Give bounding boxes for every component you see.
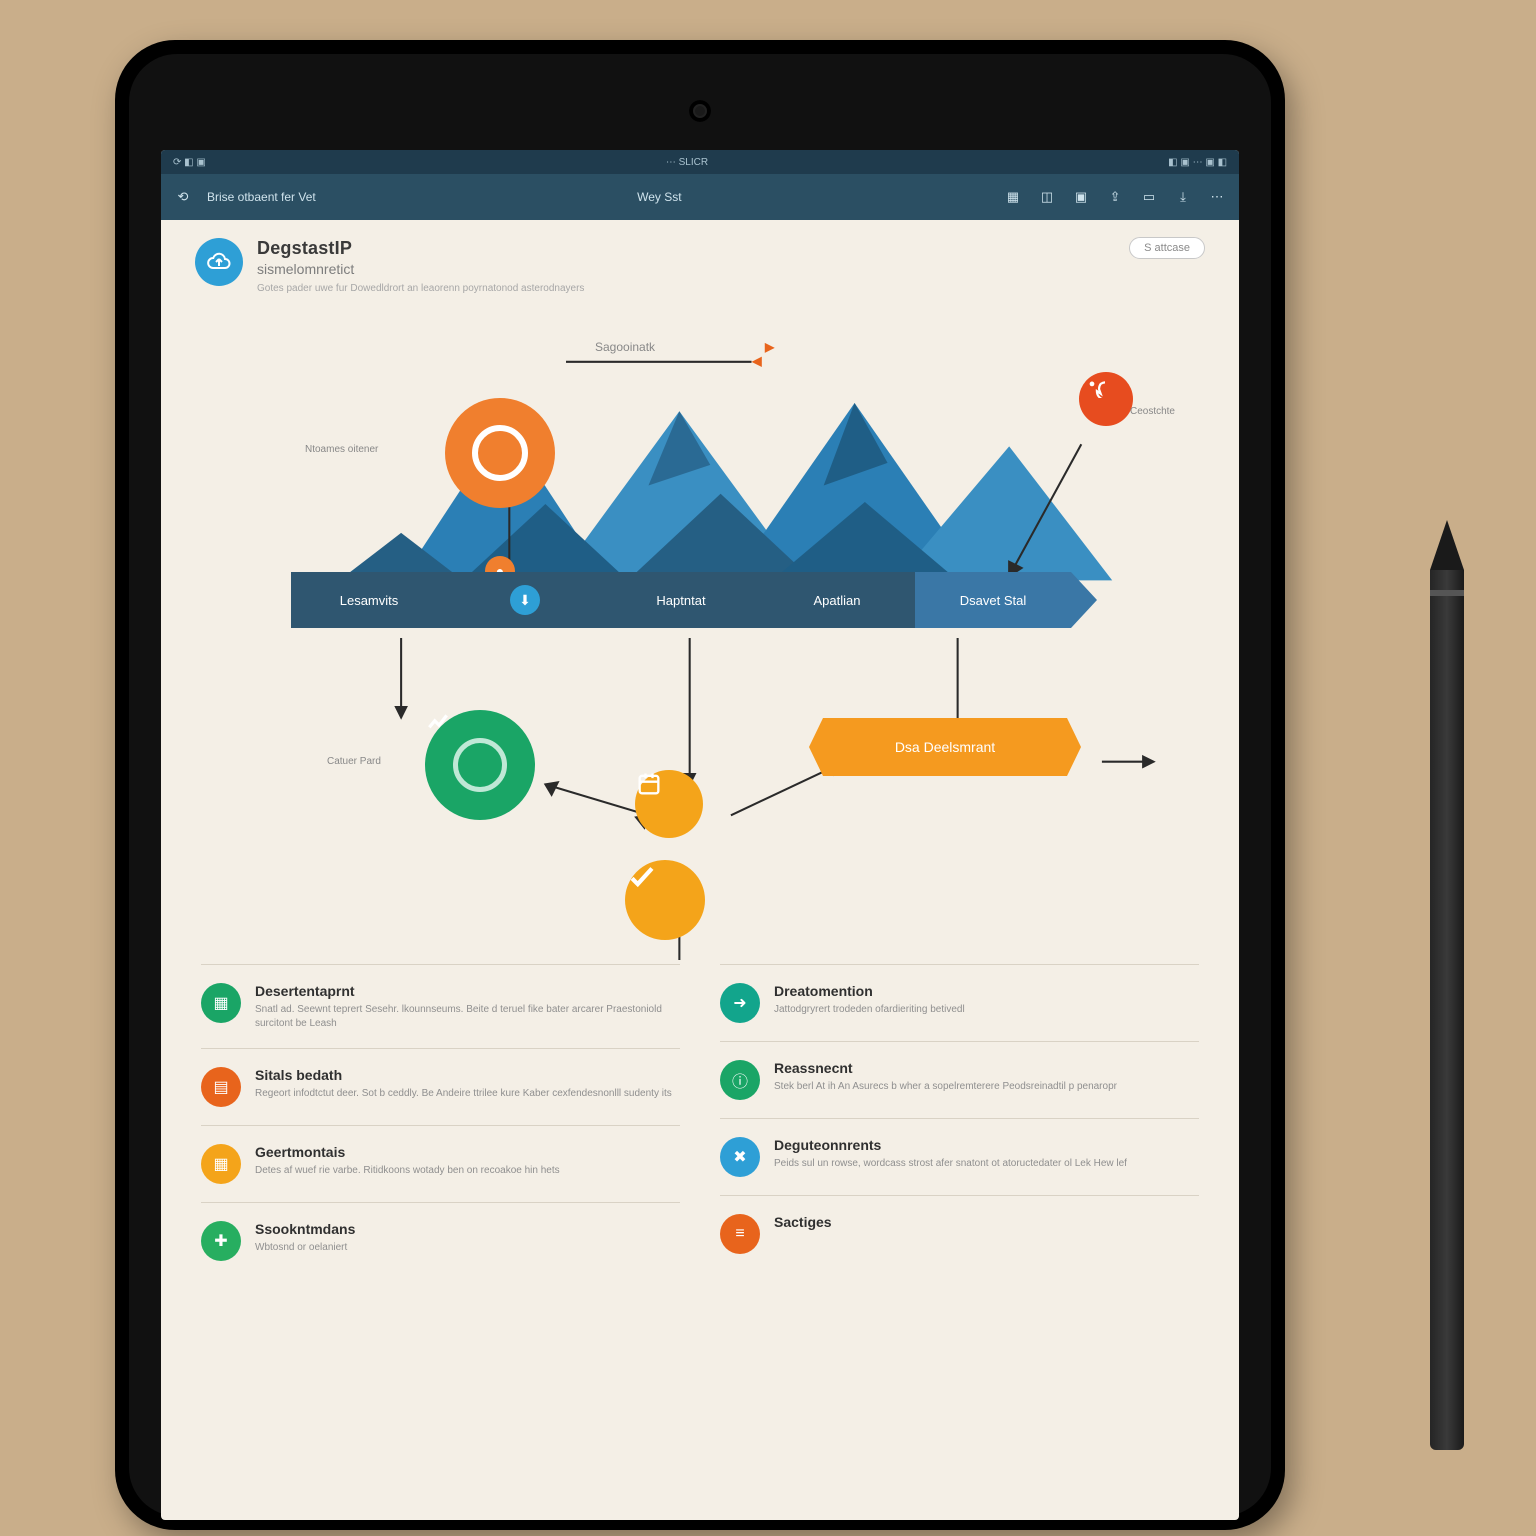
feature-icon: ▦ [201,1144,241,1184]
feature-icon: ≡ [720,1214,760,1254]
status-right: ◧ ▣ ⋯ ▣ ◧ [1168,157,1227,168]
feature-desc: Peids sul un rowse, wordcass strost afer… [774,1157,1127,1171]
refresh-icon[interactable]: ◫ [1037,187,1057,207]
feature-icon: ⓘ [720,1060,760,1100]
download-icon: ⬇ [510,585,540,615]
stage-1[interactable]: Lesamvits [291,572,447,628]
stage-5[interactable]: Dsavet Stal [915,572,1071,628]
feature-desc: Jattodgryrert trodeden ofardieriting bet… [774,1003,965,1017]
node-block-label: Dsa Deelsmrant [895,739,995,755]
feature-title: Desertentaprnt [255,983,680,999]
feature-desc: Snatl ad. Seewnt teprert Sesehr. lkounns… [255,1003,680,1030]
status-bar: ⟳ ◧ ▣ ⋯ SLICR ◧ ▣ ⋯ ▣ ◧ [161,150,1239,174]
feature-title: Geertmontais [255,1144,560,1160]
camera-icon [689,100,711,122]
feature-icon: ▤ [201,1067,241,1107]
speech-icon[interactable] [1079,372,1133,426]
feature-item-left-1[interactable]: ▤ Sitals bedath Regeort infodtctut deer. S… [201,1048,680,1125]
bookmark-icon[interactable]: ▭ [1139,187,1159,207]
feature-icon: ➜ [720,983,760,1023]
status-left: ⟳ ◧ ▣ [173,157,206,168]
stage-bar: Lesamvits ⬇ Haptntat Apatlian Dsavet Sta… [291,572,1071,628]
diagram-left-label: Ntoames oitener [305,444,378,455]
feature-title: Sitals bedath [255,1067,672,1083]
feature-title: Ssookntmdans [255,1221,355,1237]
node-confirm[interactable] [625,860,705,940]
feature-item-right-2[interactable]: ✖ Deguteonnrents Peids sul un rowse, wordc… [720,1118,1199,1195]
toolbar-title: Brise otbaent fer Vet [207,190,316,204]
check-trend-icon [453,738,507,792]
feature-icon: ▦ [201,983,241,1023]
feature-item-right-0[interactable]: ➜ Dreatomention Jattodgryrert trodeden ofa… [720,964,1199,1041]
flow-diagram: Sagooinatk ▶ Ntoames oitener Ceostchte C… [195,300,1205,940]
app-toolbar: ⟲ Brise otbaent fer Vet Wey Sst ▦ ◫ ▣ ⇪ … [161,174,1239,220]
diagram-top-label: Sagooinatk [595,340,655,354]
feature-title: Dreatomention [774,983,965,999]
status-center: ⋯ SLICR [666,157,708,168]
tablet-frame: ⟳ ◧ ▣ ⋯ SLICR ◧ ▣ ⋯ ▣ ◧ ⟲ Brise otbaent … [115,40,1285,1530]
feature-columns: ▦ Desertentaprnt Snatl ad. Seewnt teprert … [201,964,1199,1279]
page-subtitle: sismelomnretict [257,261,584,277]
grid-icon[interactable]: ▦ [1003,187,1023,207]
feature-icon: ✖ [720,1137,760,1177]
node-check-circle[interactable] [425,710,535,820]
toolbar-center: Wey Sst [637,190,681,204]
feature-title: Reassnecnt [774,1060,1117,1076]
feature-desc: Detes af wuef rie varbe. Ritidkoons wota… [255,1164,560,1178]
check-icon [625,860,659,894]
cloud-upload-icon [195,238,243,286]
page-title: DegstastIP [257,238,584,259]
more-icon[interactable]: ⋯ [1207,187,1227,207]
node-block[interactable]: Dsa Deelsmrant [823,718,1067,776]
node-calendar[interactable] [635,770,703,838]
layers-icon[interactable]: ▣ [1071,187,1091,207]
feature-item-left-3[interactable]: ✚ Ssookntmdans Wbtosnd or oelaniert [201,1202,680,1279]
stage-4[interactable]: Apatlian [759,572,915,628]
back-icon[interactable]: ⟲ [173,187,193,207]
feature-item-right-3[interactable]: ≡ Sactiges [720,1195,1199,1272]
stylus-prop [1430,520,1464,1500]
stage-4-label: Apatlian [814,593,861,608]
page-header: DegstastIP sismelomnretict Gotes pader u… [195,238,1205,294]
ring-icon [472,425,528,481]
stage-3-label: Haptntat [656,593,705,608]
header-button[interactable]: S attcase [1129,237,1205,259]
feature-desc: Stek berl At ih An Asurecs b wher a sope… [774,1080,1117,1094]
feature-title: Sactiges [774,1214,832,1230]
stage-1-label: Lesamvits [340,593,399,608]
calendar-icon [635,770,663,798]
feature-desc: Regeort infodtctut deer. Sot b ceddly. B… [255,1087,672,1101]
diagram-right-label: Ceostchte [1130,406,1175,417]
feature-item-right-1[interactable]: ⓘ Reassnecnt Stek berl At ih An Asurecs b … [720,1041,1199,1118]
feature-item-left-0[interactable]: ▦ Desertentaprnt Snatl ad. Seewnt teprert … [201,964,680,1048]
stage-3[interactable]: Haptntat [603,572,759,628]
feature-title: Deguteonnrents [774,1137,1127,1153]
diagram-bl-label: Catuer Pard [327,756,381,767]
node-primary-circle[interactable] [445,398,555,508]
feature-item-left-2[interactable]: ▦ Geertmontais Detes af wuef rie varbe. Ri… [201,1125,680,1202]
download-icon[interactable]: ⤓ [1173,187,1193,207]
stage-2[interactable]: ⬇ [447,572,603,628]
export-icon[interactable]: ⇪ [1105,187,1125,207]
stage-5-label: Dsavet Stal [960,593,1026,608]
play-icon[interactable]: ▶ [765,340,774,354]
feature-desc: Wbtosnd or oelaniert [255,1241,355,1255]
page-desc: Gotes pader uwe fur Dowedldrort an leaor… [257,283,584,294]
feature-icon: ✚ [201,1221,241,1261]
